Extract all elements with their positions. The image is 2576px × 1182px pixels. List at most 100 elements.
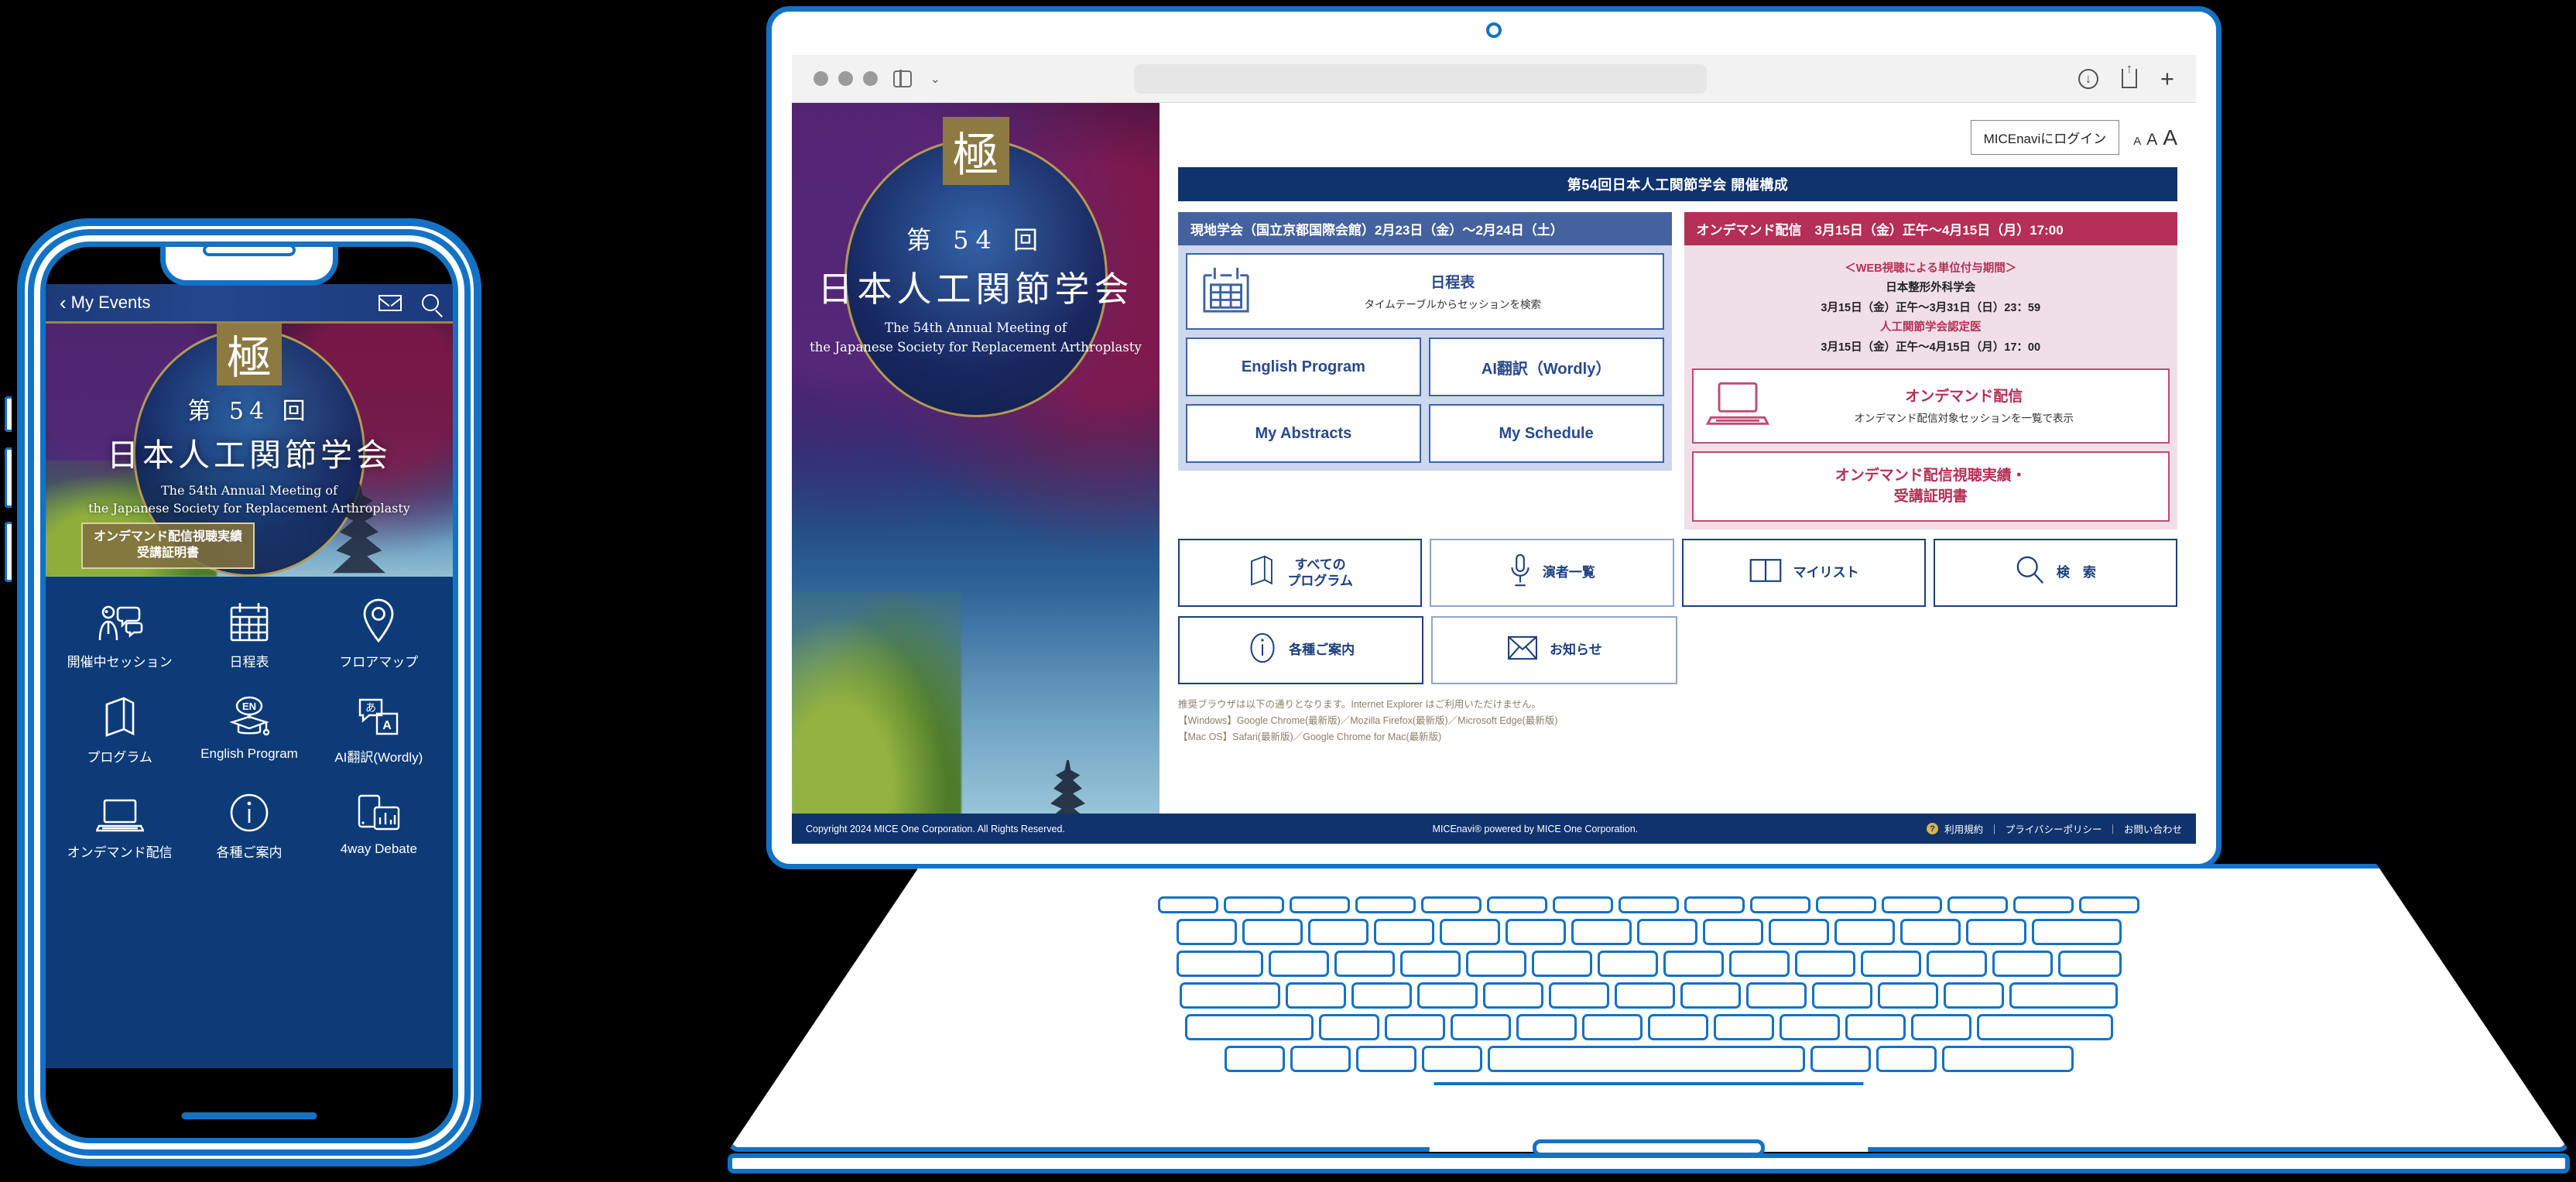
my-abstracts-button[interactable]: My Abstracts	[1186, 404, 1421, 463]
phone-menu-item-program[interactable]: プログラム	[55, 690, 184, 766]
footer-contact-link[interactable]: お問い合わせ	[2124, 821, 2182, 836]
download-icon[interactable]	[2078, 68, 2098, 89]
key[interactable]	[2057, 951, 2122, 977]
capslock-key[interactable]	[1180, 982, 1280, 1009]
key[interactable]	[1944, 982, 2004, 1009]
chevron-down-icon[interactable]: ⌄	[930, 72, 940, 86]
key[interactable]	[1355, 896, 1416, 913]
my-list-tile[interactable]: マイリスト	[1681, 538, 1926, 607]
close-window-button[interactable]	[814, 71, 828, 86]
ondemand-certificate-badge[interactable]: オンデマンド配信視聴実績 受講証明書	[81, 522, 255, 569]
key[interactable]	[1680, 982, 1741, 1009]
space-key[interactable]	[1487, 1046, 1805, 1072]
key[interactable]	[1619, 896, 1679, 913]
key[interactable]	[1899, 919, 1961, 945]
laptop-keyboard[interactable]	[1158, 896, 2139, 1078]
envelope-icon[interactable]	[379, 294, 402, 311]
key[interactable]	[1746, 982, 1807, 1009]
phone-menu-item-live-session[interactable]: 開催中セッション	[55, 595, 184, 670]
key[interactable]	[1531, 951, 1592, 977]
key[interactable]	[1597, 951, 1658, 977]
option-key-right[interactable]	[1875, 1046, 1937, 1072]
key[interactable]	[1334, 951, 1395, 977]
phone-volume-down-button[interactable]	[5, 447, 12, 508]
plus-icon[interactable]: +	[2160, 67, 2174, 91]
key[interactable]	[1439, 919, 1500, 945]
key[interactable]	[1816, 896, 1876, 913]
font-size-medium-button[interactable]: A	[2146, 131, 2157, 149]
english-program-button[interactable]: English Program	[1186, 337, 1421, 396]
key[interactable]	[1647, 1014, 1708, 1040]
phone-menu-item-schedule[interactable]: 日程表	[184, 595, 313, 670]
key[interactable]	[1845, 1014, 1906, 1040]
key[interactable]	[1399, 951, 1461, 977]
key[interactable]	[1549, 982, 1609, 1009]
key[interactable]	[1615, 982, 1675, 1009]
shift-key-left[interactable]	[1184, 1014, 1314, 1040]
key[interactable]	[1487, 896, 1547, 913]
key[interactable]	[1465, 951, 1526, 977]
phone-menu-item-english-program[interactable]: EN English Program	[184, 690, 313, 766]
key[interactable]	[2013, 896, 2074, 913]
key[interactable]	[1417, 982, 1478, 1009]
phone-menu-item-ondemand[interactable]: オンデマンド配信	[55, 786, 184, 861]
key[interactable]	[1268, 951, 1329, 977]
phone-menu-item-information[interactable]: 各種ご案内	[184, 786, 313, 861]
key[interactable]	[1663, 951, 1724, 977]
speakers-list-tile[interactable]: 演者一覧	[1430, 538, 1674, 607]
key[interactable]	[1483, 982, 1543, 1009]
window-traffic-lights[interactable]	[814, 71, 878, 86]
key[interactable]	[1351, 982, 1412, 1009]
key[interactable]	[1684, 896, 1745, 913]
command-key-right[interactable]	[1810, 1046, 1871, 1072]
share-icon[interactable]	[2121, 69, 2137, 88]
fn-key[interactable]	[1224, 1046, 1285, 1072]
key[interactable]	[1794, 951, 1855, 977]
news-tile[interactable]: お知らせ	[1431, 615, 1677, 684]
arrow-keys[interactable]	[1941, 1046, 2074, 1072]
phone-menu-item-floormap[interactable]: フロアマップ	[314, 595, 444, 670]
phone-volume-up-button[interactable]	[5, 396, 12, 432]
key[interactable]	[1926, 951, 1987, 977]
key[interactable]	[1373, 919, 1434, 945]
key[interactable]	[1878, 982, 1938, 1009]
return-key[interactable]	[2009, 982, 2118, 1009]
phone-home-indicator[interactable]	[181, 1112, 317, 1119]
font-size-large-button[interactable]: A	[2163, 125, 2177, 150]
micenavi-login-button[interactable]: MICEnaviにログイン	[1970, 120, 2120, 155]
key[interactable]	[1581, 1014, 1643, 1040]
key[interactable]	[1636, 919, 1697, 945]
viewing-record-certificate-button[interactable]: オンデマンド配信視聴実績・ 受講証明書	[1691, 451, 2170, 522]
key[interactable]	[1702, 919, 1763, 945]
key[interactable]	[1910, 1014, 1971, 1040]
backspace-key[interactable]	[2031, 919, 2122, 945]
key[interactable]	[1421, 896, 1482, 913]
tab-key[interactable]	[1176, 951, 1263, 977]
key[interactable]	[1290, 896, 1350, 913]
schedule-card[interactable]: 日程表 タイムテーブルからセッションを検索	[1186, 253, 1664, 330]
information-tile[interactable]: 各種ご案内	[1178, 615, 1424, 684]
key[interactable]	[1882, 896, 1942, 913]
key[interactable]	[1553, 896, 1613, 913]
key[interactable]	[2079, 896, 2139, 913]
address-bar[interactable]	[1133, 63, 1707, 94]
minimize-window-button[interactable]	[838, 71, 853, 86]
phone-back-button[interactable]: ‹ My Events	[60, 293, 150, 313]
font-size-small-button[interactable]: A	[2133, 135, 2141, 148]
maximize-window-button[interactable]	[863, 71, 878, 86]
key[interactable]	[1965, 919, 2026, 945]
key[interactable]	[1571, 919, 1632, 945]
key[interactable]	[1505, 919, 1566, 945]
key[interactable]	[1834, 919, 1895, 945]
sidebar-icon[interactable]	[893, 70, 912, 87]
key[interactable]	[1812, 982, 1872, 1009]
key[interactable]	[1242, 919, 1303, 945]
key[interactable]	[1947, 896, 2008, 913]
footer-privacy-link[interactable]: プライバシーポリシー	[2006, 821, 2102, 836]
key[interactable]	[1384, 1014, 1445, 1040]
search-tile[interactable]: 検 索	[1933, 538, 2177, 607]
my-schedule-button[interactable]: My Schedule	[1428, 404, 1664, 463]
key[interactable]	[1176, 919, 1237, 945]
key[interactable]	[1516, 1014, 1577, 1040]
phone-menu-item-ai-translation[interactable]: あ A AI翻訳(Wordly)	[314, 690, 444, 766]
